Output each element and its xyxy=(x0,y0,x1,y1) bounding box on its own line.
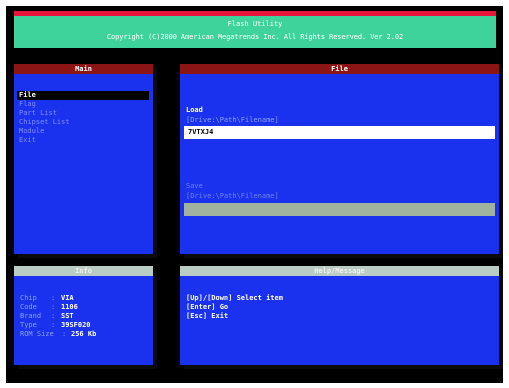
info-value-chip: VIA xyxy=(61,294,74,302)
menu-item-part-list[interactable]: Part List xyxy=(19,109,57,118)
save-filename-input[interactable] xyxy=(184,203,495,216)
info-key-rom-size: ROM Size xyxy=(20,330,54,338)
info-value-rom-size: 256 Kb xyxy=(71,330,97,338)
help-panel: Help/Message [Up]/[Down] Select item [En… xyxy=(180,266,499,365)
info-key-brand: Brand xyxy=(20,312,42,320)
menu-item-module[interactable]: Module xyxy=(19,127,44,136)
info-sep: : xyxy=(51,321,56,329)
menu-item-exit[interactable]: Exit xyxy=(19,136,36,145)
info-sep: : xyxy=(51,303,56,311)
save-label: Save xyxy=(186,182,203,190)
main-panel: Main File Flag Part List Chipset List Mo… xyxy=(14,64,153,254)
load-label: Load xyxy=(186,106,203,114)
menu-item-flag[interactable]: Flag xyxy=(19,100,36,109)
file-panel-header: File xyxy=(180,64,499,74)
info-value-type: 39SF020 xyxy=(61,321,91,329)
info-sep: : xyxy=(51,294,56,302)
load-filename-input[interactable]: 7VTXJ4 xyxy=(184,126,495,139)
load-path-hint: [Drive:\Path\Filename] xyxy=(186,116,279,124)
help-line-select: [Up]/[Down] Select item xyxy=(186,294,283,302)
file-panel: File Load [Drive:\Path\Filename] 7VTXJ4 … xyxy=(180,64,499,254)
main-panel-header: Main xyxy=(14,64,153,74)
menu-item-chipset-list[interactable]: Chipset List xyxy=(19,118,70,127)
info-key-chip: Chip xyxy=(20,294,37,302)
help-panel-header: Help/Message xyxy=(180,266,499,276)
bios-screen: Flash Utility Copyright (C)2000 American… xyxy=(6,6,503,383)
load-filename-value: 7VTXJ4 xyxy=(188,128,214,136)
info-key-code: Code xyxy=(20,303,37,311)
info-value-code: 1106 xyxy=(61,303,78,311)
help-line-exit: [Esc] Exit xyxy=(186,312,229,320)
save-path-hint: [Drive:\Path\Filename] xyxy=(186,192,279,200)
info-key-type: Type xyxy=(20,321,37,329)
menu-item-file[interactable]: File xyxy=(17,91,149,100)
info-value-brand: SST xyxy=(61,312,74,320)
title-bar: Flash Utility Copyright (C)2000 American… xyxy=(14,11,496,48)
info-panel: Info Chip : VIA Code : 1106 Brand : SST … xyxy=(14,266,153,365)
app-title: Flash Utility xyxy=(227,20,283,28)
info-sep: : xyxy=(62,330,67,338)
info-panel-header: Info xyxy=(14,266,153,276)
help-line-go: [Enter] Go xyxy=(186,303,229,311)
copyright-text: Copyright (C)2000 American Megatrends In… xyxy=(106,33,404,41)
info-sep: : xyxy=(51,312,56,320)
title-accent-line xyxy=(14,11,496,16)
